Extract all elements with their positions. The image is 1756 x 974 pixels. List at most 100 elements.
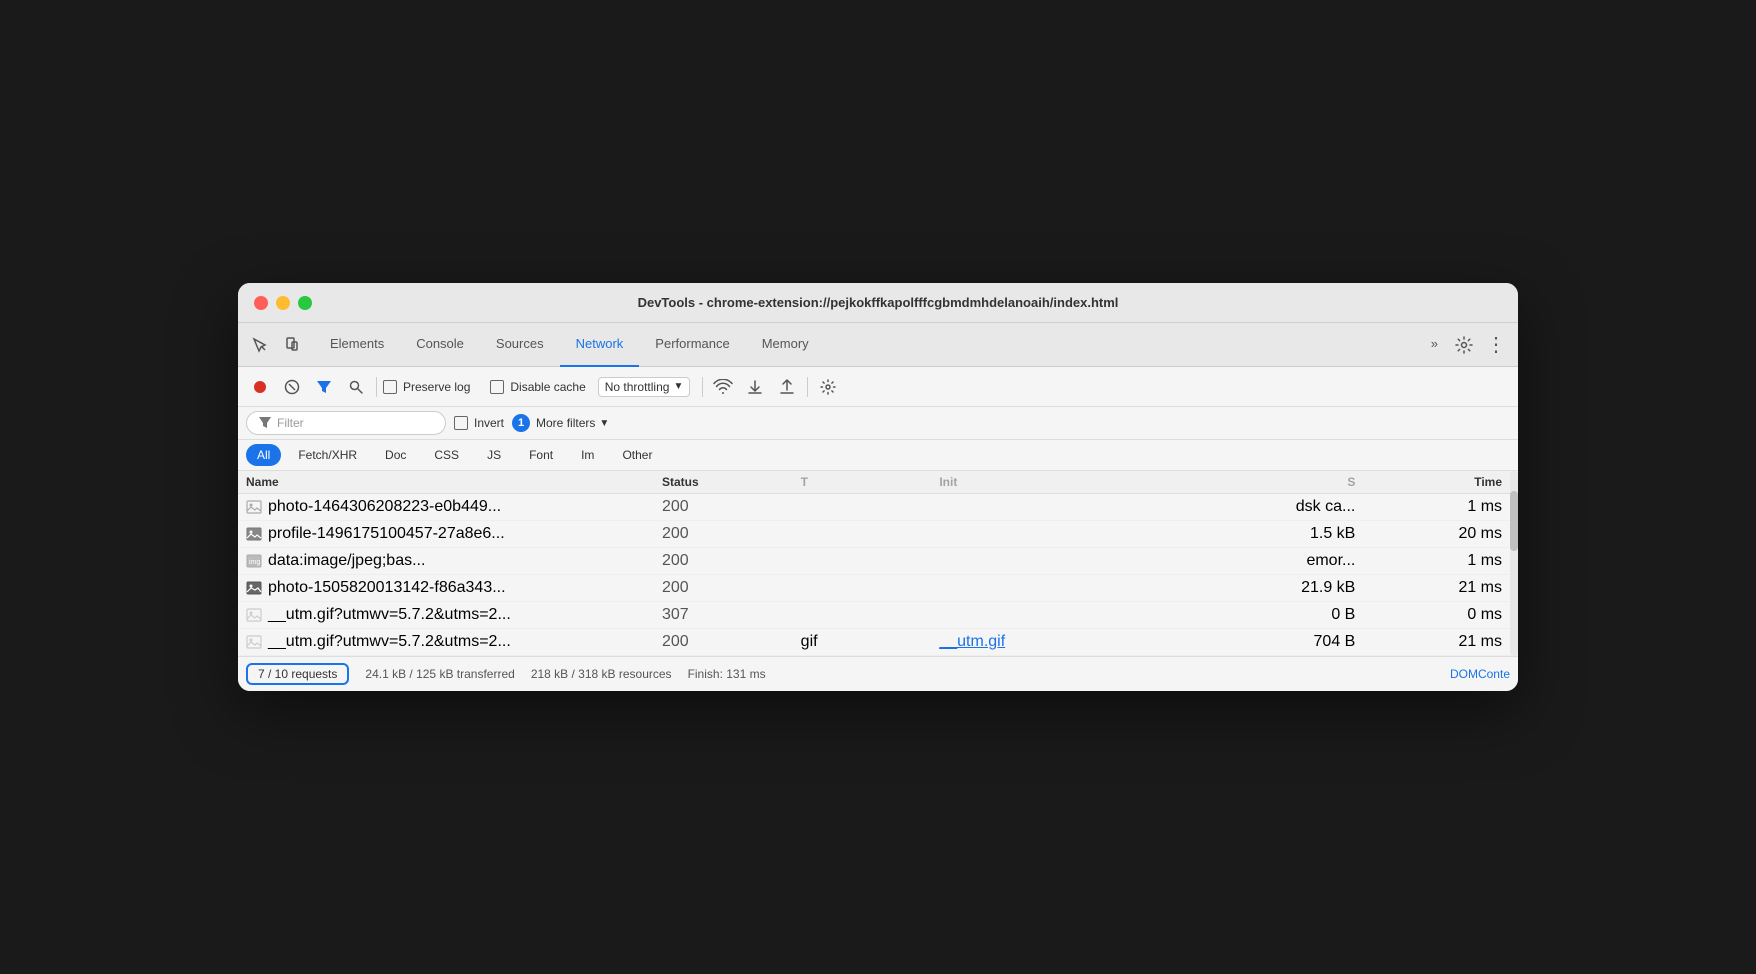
wifi-icon[interactable] xyxy=(709,373,737,401)
row-size: 21.9 kB xyxy=(1217,579,1364,597)
tab-performance[interactable]: Performance xyxy=(639,323,745,367)
status-bar: 7 / 10 requests 24.1 kB / 125 kB transfe… xyxy=(238,656,1518,691)
filter-icon[interactable] xyxy=(310,373,338,401)
nav-tabs: Elements Console Sources Network Perform… xyxy=(238,323,1518,367)
throttle-select[interactable]: No throttling ▼ xyxy=(598,377,691,397)
resources-info: 218 kB / 318 kB resources xyxy=(531,667,672,681)
row-size: dsk ca... xyxy=(1217,498,1364,516)
tab-elements[interactable]: Elements xyxy=(314,323,400,367)
table-row[interactable]: __utm.gif?utmwv=5.7.2&utms=2... 200 gif … xyxy=(238,629,1518,656)
row-initiator: __utm.gif xyxy=(939,633,1216,651)
filter-placeholder: Filter xyxy=(277,416,304,430)
disable-cache-check-box[interactable] xyxy=(490,380,504,394)
search-button[interactable] xyxy=(342,373,370,401)
disable-cache-checkbox[interactable]: Disable cache xyxy=(490,380,585,394)
invert-label[interactable]: Invert xyxy=(454,416,504,430)
image-icon xyxy=(246,580,262,596)
filter-row: Filter Invert 1 More filters ▼ xyxy=(238,407,1518,440)
table-row[interactable]: __utm.gif?utmwv=5.7.2&utms=2... 307 0 B … xyxy=(238,602,1518,629)
separator-3 xyxy=(807,377,808,397)
more-tabs-button[interactable]: » xyxy=(1423,323,1446,367)
import-button[interactable] xyxy=(741,373,769,401)
window-controls xyxy=(254,296,312,310)
cursor-icon[interactable] xyxy=(246,331,274,359)
type-other-button[interactable]: Other xyxy=(611,444,663,466)
export-button[interactable] xyxy=(773,373,801,401)
table-row[interactable]: photo-1505820013142-f86a343... 200 21.9 … xyxy=(238,575,1518,602)
type-all-button[interactable]: All xyxy=(246,444,281,466)
separator-2 xyxy=(702,377,703,397)
row-size: 1.5 kB xyxy=(1217,525,1364,543)
svg-text:img: img xyxy=(249,559,260,566)
tab-sources[interactable]: Sources xyxy=(480,323,560,367)
tab-memory[interactable]: Memory xyxy=(746,323,825,367)
table-row[interactable]: img data:image/jpeg;bas... 200 emor... 1… xyxy=(238,548,1518,575)
image-icon xyxy=(246,499,262,515)
type-filter-row: All Fetch/XHR Doc CSS JS Font Im Other xyxy=(238,440,1518,471)
type-js-button[interactable]: JS xyxy=(476,444,512,466)
settings-icon[interactable] xyxy=(1450,331,1478,359)
type-font-button[interactable]: Font xyxy=(518,444,564,466)
scrollbar-thumb[interactable] xyxy=(1510,491,1518,551)
row-type: gif xyxy=(801,633,940,651)
filter-funnel-icon xyxy=(259,417,271,429)
type-fetchxhr-button[interactable]: Fetch/XHR xyxy=(287,444,368,466)
filter-input-container[interactable]: Filter xyxy=(246,411,446,435)
row-time: 1 ms xyxy=(1363,498,1510,516)
record-button[interactable] xyxy=(246,373,274,401)
transferred-info: 24.1 kB / 125 kB transferred xyxy=(365,667,514,681)
row-status: 307 xyxy=(662,606,801,624)
row-time: 20 ms xyxy=(1363,525,1510,543)
nav-icons xyxy=(246,331,306,359)
col-size-header: S xyxy=(1217,475,1364,489)
row-status: 200 xyxy=(662,633,801,651)
type-css-button[interactable]: CSS xyxy=(423,444,470,466)
chevron-down-icon: ▼ xyxy=(599,418,609,429)
devtools-window: DevTools - chrome-extension://pejkokffka… xyxy=(238,283,1518,691)
col-status-header: Status xyxy=(662,475,801,489)
type-doc-button[interactable]: Doc xyxy=(374,444,417,466)
domconte-info: DOMConte xyxy=(1450,667,1510,681)
image-icon xyxy=(246,634,262,650)
col-type-header: T xyxy=(801,475,940,489)
preserve-log-checkbox[interactable]: Preserve log xyxy=(383,380,470,394)
row-size: emor... xyxy=(1217,552,1364,570)
row-status: 200 xyxy=(662,552,801,570)
row-status: 200 xyxy=(662,498,801,516)
col-name-header: Name xyxy=(246,475,662,489)
close-button[interactable] xyxy=(254,296,268,310)
device-icon[interactable] xyxy=(278,331,306,359)
minimize-button[interactable] xyxy=(276,296,290,310)
invert-checkbox[interactable] xyxy=(454,416,468,430)
type-img-button[interactable]: Im xyxy=(570,444,605,466)
table-row[interactable]: photo-1464306208223-e0b449... 200 dsk ca… xyxy=(238,494,1518,521)
tab-console[interactable]: Console xyxy=(400,323,480,367)
image-icon xyxy=(246,526,262,542)
image-icon: img xyxy=(246,553,262,569)
table-row[interactable]: profile-1496175100457-27a8e6... 200 1.5 … xyxy=(238,521,1518,548)
row-time: 21 ms xyxy=(1363,579,1510,597)
tab-network[interactable]: Network xyxy=(560,323,640,367)
finish-time: Finish: 131 ms xyxy=(688,667,766,681)
chevron-down-icon: ▼ xyxy=(673,381,683,392)
row-time: 1 ms xyxy=(1363,552,1510,570)
more-filters-badge: 1 xyxy=(512,414,530,432)
more-filters-button[interactable]: More filters ▼ xyxy=(536,416,609,430)
scrollbar-track xyxy=(1510,471,1518,656)
maximize-button[interactable] xyxy=(298,296,312,310)
row-status: 200 xyxy=(662,525,801,543)
title-bar: DevTools - chrome-extension://pejkokffka… xyxy=(238,283,1518,323)
more-options-icon[interactable]: ⋮ xyxy=(1482,331,1510,359)
clear-button[interactable] xyxy=(278,373,306,401)
row-size: 0 B xyxy=(1217,606,1364,624)
more-filters-container: 1 More filters ▼ xyxy=(512,414,609,432)
toolbar: Preserve log Disable cache No throttling… xyxy=(238,367,1518,407)
nav-right: » ⋮ xyxy=(1423,323,1510,367)
network-settings-icon[interactable] xyxy=(814,373,842,401)
separator-1 xyxy=(376,377,377,397)
row-status: 200 xyxy=(662,579,801,597)
window-title: DevTools - chrome-extension://pejkokffka… xyxy=(638,295,1119,310)
image-icon xyxy=(246,607,262,623)
row-time: 0 ms xyxy=(1363,606,1510,624)
preserve-log-check-box[interactable] xyxy=(383,380,397,394)
